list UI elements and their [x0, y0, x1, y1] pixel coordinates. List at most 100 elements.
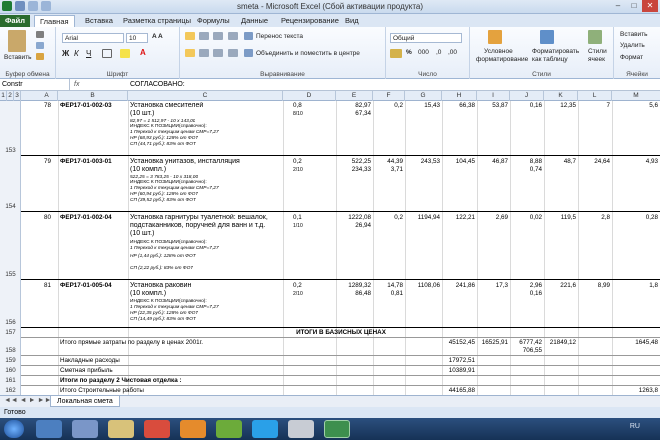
paste-icon[interactable] [8, 30, 26, 52]
section-heading[interactable]: ИТОГИ В БАЗИСНЫХ ЦЕНАХ [22, 329, 660, 337]
wrap-text-button[interactable]: Перенос текста [256, 33, 303, 40]
copy-icon[interactable] [36, 42, 44, 49]
cell-m[interactable]: 0,28 [612, 214, 658, 222]
cell-k[interactable]: 221,6 [544, 282, 576, 290]
column-header-b[interactable]: B [58, 91, 128, 101]
cell-e[interactable]: 82,97 [336, 102, 371, 110]
explorer-icon[interactable] [108, 420, 134, 438]
cell-d[interactable]: 0,8 [293, 102, 302, 110]
row-number[interactable]: 155 [0, 271, 21, 278]
cell-i[interactable]: 66,38 [442, 102, 475, 110]
column-header-c[interactable]: C [128, 91, 283, 101]
column-header-m[interactable]: M [612, 91, 660, 101]
sheet-tab-local-estimate[interactable]: Локальная смета [50, 396, 120, 407]
cell-h[interactable]: 241,86 [442, 282, 475, 290]
format-cells-button[interactable]: Формат [620, 54, 643, 61]
align-left-icon[interactable] [185, 49, 195, 57]
cell-styles-label-2[interactable]: ячеек [588, 56, 605, 63]
summary-label[interactable]: Итого Строительные работы [60, 387, 144, 395]
utorrent-icon[interactable] [216, 420, 242, 438]
cell-l[interactable]: 24,64 [578, 158, 610, 166]
cell-n[interactable]: 5,6 [612, 102, 658, 110]
summary-label[interactable]: Накладные расходы [60, 357, 120, 365]
tab-file[interactable]: Файл [0, 15, 30, 27]
cell-styles-icon[interactable] [588, 30, 602, 44]
minimize-button[interactable]: – [610, 0, 626, 12]
tab-home[interactable]: Главная [34, 15, 75, 27]
cell-i[interactable]: 46,87 [477, 158, 508, 166]
cell-c-unit[interactable]: (10 шт.) [130, 110, 154, 118]
row-number[interactable]: 157 [0, 329, 21, 336]
format-table-label-1[interactable]: Форматировать [532, 48, 579, 55]
row-number[interactable]: 153 [0, 147, 21, 154]
cell-m[interactable]: 4,93 [612, 158, 658, 166]
cell-f[interactable]: 14,78 [373, 282, 403, 290]
cell-c-name[interactable]: Установка раковин [130, 282, 191, 290]
cell-e-sub[interactable]: 67,34 [336, 110, 371, 118]
column-header-h[interactable]: H [442, 91, 477, 101]
cell-g[interactable]: 0,2 [373, 102, 403, 110]
cell-e[interactable]: 522,25 [336, 158, 371, 166]
cell-h[interactable]: 44165,88 [442, 387, 475, 395]
align-middle-icon[interactable] [199, 32, 209, 40]
bold-icon[interactable]: Ж [62, 49, 69, 58]
cell-styles-label-1[interactable]: Стили [588, 48, 607, 55]
close-button[interactable]: ✕ [642, 0, 658, 12]
column-header-k[interactable]: K [544, 91, 578, 101]
cell-f-sub[interactable]: 0,81 [373, 290, 403, 298]
indent-icon[interactable] [228, 49, 238, 57]
outline-level-3[interactable]: 3 [14, 91, 21, 101]
row-number[interactable]: 162 [0, 387, 21, 394]
formula-input[interactable]: СОГЛАСОВАНО: [130, 79, 185, 90]
cell-g[interactable]: 1194,94 [405, 214, 440, 222]
thousands-icon[interactable]: 000 [418, 49, 429, 56]
tab-view[interactable]: Вид [340, 15, 364, 27]
fx-icon[interactable]: fx [74, 79, 124, 90]
format-table-label-2[interactable]: как таблицу [532, 56, 568, 63]
underline-icon[interactable]: Ч [86, 49, 91, 58]
decrease-decimal-icon[interactable]: ,00 [448, 49, 457, 56]
cell-b[interactable]: ФЕР17-01-002-03 [60, 102, 112, 110]
number-format-combo[interactable]: Общий [390, 33, 462, 43]
row-number[interactable]: 159 [0, 357, 21, 364]
row-number[interactable]: 156 [0, 319, 21, 326]
delete-cells-button[interactable]: Удалить [620, 42, 645, 49]
font-name-combo[interactable]: Arial [62, 33, 124, 43]
cell-b[interactable]: ФЕР17-01-002-04 [60, 214, 112, 222]
media-player-icon[interactable] [72, 420, 98, 438]
italic-icon[interactable]: К [74, 49, 79, 58]
cell-m[interactable]: 1263,8 [612, 387, 658, 395]
cell-b[interactable]: ФЕР17-01-005-04 [60, 282, 112, 290]
tab-formulas[interactable]: Формулы [192, 15, 235, 27]
cell-j[interactable]: 53,87 [477, 102, 508, 110]
cell-d-sub[interactable]: 1/10 [293, 222, 303, 230]
align-top-icon[interactable] [185, 32, 195, 40]
align-bottom-icon[interactable] [213, 32, 223, 40]
cell-f[interactable]: 44,39 [373, 158, 403, 166]
cell-j[interactable]: 2,96 [510, 282, 542, 290]
format-table-icon[interactable] [540, 30, 554, 44]
name-box[interactable]: Constr [0, 79, 70, 90]
cell-c-name-2[interactable]: подстаканников, поручней для ванн и т.д. [130, 222, 282, 230]
tab-page-layout[interactable]: Разметка страницы [118, 15, 196, 27]
cell-j-sub[interactable]: 0,74 [510, 166, 542, 174]
cell-k[interactable]: 0,16 [510, 102, 542, 110]
merge-icon[interactable] [244, 49, 253, 57]
cell-h[interactable]: 122,21 [442, 214, 475, 222]
cell-h[interactable]: 17972,51 [442, 357, 475, 365]
word-icon[interactable] [288, 420, 314, 438]
excel-taskbar-icon[interactable] [324, 420, 350, 438]
conditional-format-label-2[interactable]: форматирование [476, 56, 528, 63]
start-button-icon[interactable] [4, 420, 24, 438]
cell-c-name[interactable]: Установка гарнитуры туалетной: вешалок, [130, 214, 282, 222]
cell-h[interactable]: 104,45 [442, 158, 475, 166]
outline-level-1[interactable]: 1 [0, 91, 7, 101]
cell-f[interactable]: 0,2 [373, 214, 403, 222]
cell-j[interactable]: 6777,42 [510, 339, 542, 347]
summary-label[interactable]: Итого прямые затраты по разделу в ценах … [60, 339, 203, 347]
cell-c-name[interactable]: Установка смесителей [130, 102, 203, 110]
increase-decimal-icon[interactable]: ,0 [436, 49, 441, 56]
wrap-text-icon[interactable] [244, 32, 253, 40]
cell-e-sub[interactable]: 26,94 [336, 222, 371, 230]
cell-i[interactable]: 2,69 [477, 214, 508, 222]
